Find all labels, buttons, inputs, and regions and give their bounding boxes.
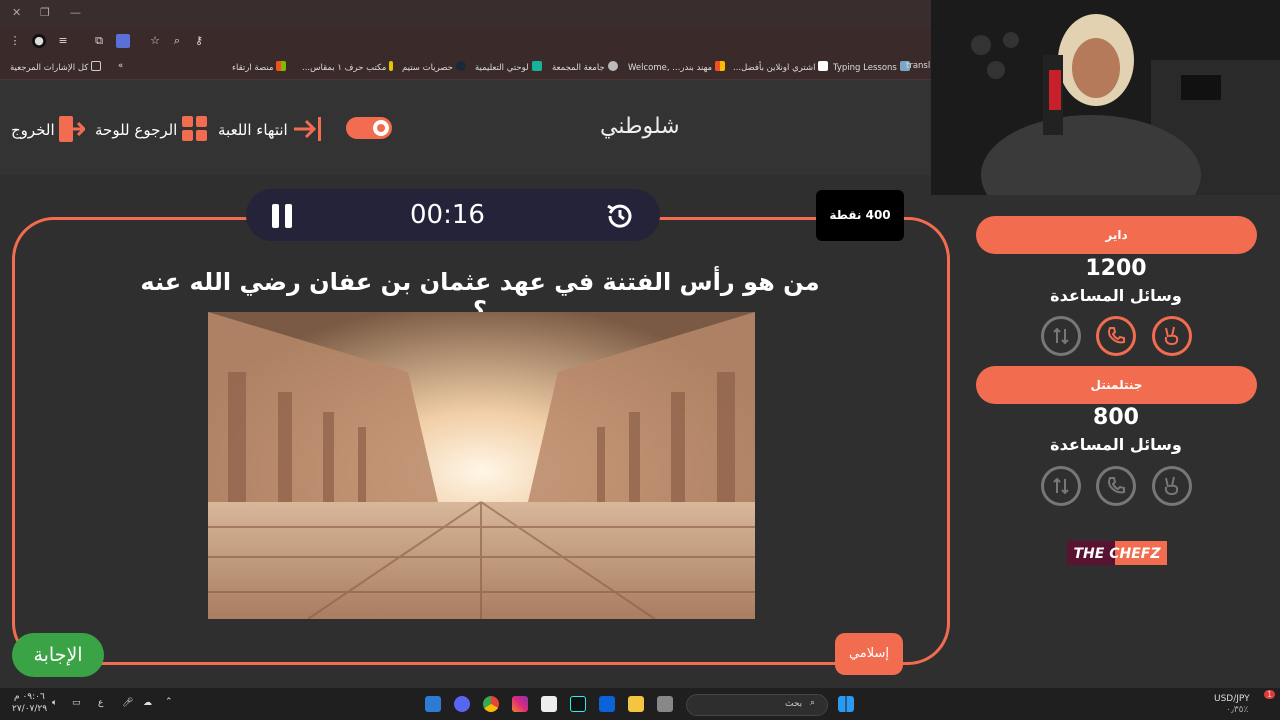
notion-app-icon[interactable] [541, 696, 557, 712]
bookmark-item[interactable]: حصريات ستيم [402, 61, 466, 73]
notification-badge[interactable]: 1 [1264, 690, 1276, 699]
bookmarks-bar: كل الإشارات المرجعية » منصة ارتقاء مكتب … [0, 55, 931, 80]
phone-icon [1108, 477, 1125, 494]
search-placeholder: بحث [785, 699, 803, 709]
input-language[interactable]: ع [98, 698, 103, 708]
display-icon[interactable]: ▭ [72, 698, 81, 708]
swap-aid-button[interactable] [1041, 466, 1081, 506]
swap-aid-button[interactable] [1041, 316, 1081, 356]
team-score: 1200 [1085, 256, 1147, 281]
browser-toolbar: ⋮ ● ≡ ⧉ ☆ ⌕ ⚷ [0, 28, 931, 55]
microsoft-icon [715, 61, 726, 71]
amazon-icon [818, 61, 829, 71]
restore-window-icon[interactable]: ❐ [40, 6, 50, 19]
bookmark-item[interactable]: لوحتي التعليمية [475, 61, 542, 73]
file-explorer-icon[interactable] [628, 696, 644, 712]
timer-display: 00:16 [410, 200, 485, 230]
microsoft-icon [276, 61, 287, 71]
team-name-pill: داير [976, 216, 1257, 254]
grid-icon [182, 116, 208, 141]
exit-door-icon [59, 116, 87, 142]
double-aid-button[interactable] [1152, 466, 1192, 506]
extensions-icon[interactable]: ⧉ [92, 34, 106, 48]
toggle-knob [373, 120, 389, 136]
reset-timer-icon[interactable] [604, 200, 636, 236]
back-to-board-button[interactable]: الرجوع للوحة [95, 116, 208, 142]
sponsor-text: THE CHEFZ [1074, 546, 1162, 562]
bookmarks-overflow[interactable]: » [118, 61, 123, 71]
category-pill: إسلامي [835, 633, 903, 675]
microphone-icon[interactable]: 🎤︎ [122, 698, 133, 708]
zoom-icon[interactable]: ⌕ [170, 34, 184, 48]
currency-ticker[interactable]: USD/JPY [1214, 694, 1250, 704]
bookmark-item[interactable]: منصة ارتقاء [232, 61, 287, 73]
folder-icon [91, 61, 102, 71]
volume-icon[interactable]: 🔈︎ [52, 698, 57, 708]
dashboard-icon [531, 61, 542, 71]
taskbar-search[interactable] [686, 694, 828, 716]
bookmark-star-icon[interactable]: ☆ [148, 34, 162, 48]
phone-icon [1108, 327, 1125, 344]
clock-time[interactable]: ٠٩:٠٦ م [14, 692, 45, 702]
bookmark-item[interactable]: Typing Lessons [833, 61, 910, 73]
extension-app-icon[interactable] [116, 34, 130, 48]
university-icon [607, 61, 618, 71]
currency-change: ٠٫٣٥٪ [1226, 705, 1249, 715]
password-key-icon[interactable]: ⚷ [192, 34, 206, 48]
windows-start-icon[interactable] [838, 696, 854, 712]
end-game-toggle[interactable] [346, 117, 392, 139]
bookmark-item[interactable]: مهند بندر... ,Welcome [628, 61, 726, 73]
team-name-pill: جنتلمنتل [976, 366, 1257, 404]
aids-label: وسائل المساعدة [1050, 435, 1182, 454]
swap-arrows-icon [1053, 327, 1069, 345]
team-score: 800 [1093, 405, 1139, 430]
task-view-icon[interactable] [657, 696, 673, 712]
call-aid-button[interactable] [1096, 316, 1136, 356]
discord-app-icon[interactable] [454, 696, 470, 712]
question-image [208, 312, 755, 619]
end-game-button[interactable]: انتهاء اللعبة [218, 116, 322, 142]
double-aid-button[interactable] [1152, 316, 1192, 356]
aids-label: وسائل المساعدة [1050, 286, 1182, 305]
game-logo-title: شلوطني [600, 114, 680, 139]
steam-icon [455, 61, 466, 71]
tiktok-app-icon[interactable] [570, 696, 586, 712]
email-app-icon[interactable] [599, 696, 615, 712]
victory-hand-icon [1164, 476, 1179, 496]
answer-button[interactable]: الإجابة [12, 633, 104, 677]
menu-dots-icon[interactable]: ⋮ [8, 34, 22, 48]
victory-hand-icon [1164, 326, 1179, 346]
store-app-icon[interactable] [425, 696, 441, 712]
exit-button[interactable]: الخروج [11, 116, 87, 142]
instagram-app-icon[interactable] [512, 696, 528, 712]
profile-icon[interactable]: ● [32, 34, 46, 48]
chrome-app-icon[interactable] [483, 696, 499, 712]
bookmark-site-icon [389, 61, 394, 71]
call-aid-button[interactable] [1096, 466, 1136, 506]
bookmark-item[interactable]: transl [906, 61, 930, 71]
browser-titlebar: ✕ ❐ — [0, 0, 931, 28]
swap-arrows-icon [1053, 477, 1069, 495]
close-window-icon[interactable]: ✕ [12, 6, 21, 19]
points-badge: 400 نقطة [816, 190, 904, 241]
cloud-icon[interactable]: ☁ [143, 698, 152, 708]
search-icon: ⌕ [810, 698, 816, 708]
reading-list-icon[interactable]: ≡ [56, 34, 70, 48]
webcam-overlay [931, 0, 1280, 195]
bookmark-item[interactable]: اشتري اونلاين بأفضل... [733, 61, 829, 73]
bookmark-item[interactable]: كل الإشارات المرجعية [10, 61, 102, 73]
sponsor-logo: THE CHEFZ [1067, 541, 1167, 565]
bookmark-item[interactable]: جامعة المجمعة [552, 61, 618, 73]
bookmark-item[interactable]: مكتب حرف ۱ بمقاس... [302, 61, 394, 73]
pause-icon[interactable] [272, 204, 294, 228]
minimize-window-icon[interactable]: — [70, 6, 81, 19]
tray-expand-icon[interactable]: ⌃ [165, 697, 173, 707]
arrow-right-bar-icon [294, 117, 322, 141]
clock-date: ٢٧/٠٧/٢٩ [12, 704, 48, 714]
